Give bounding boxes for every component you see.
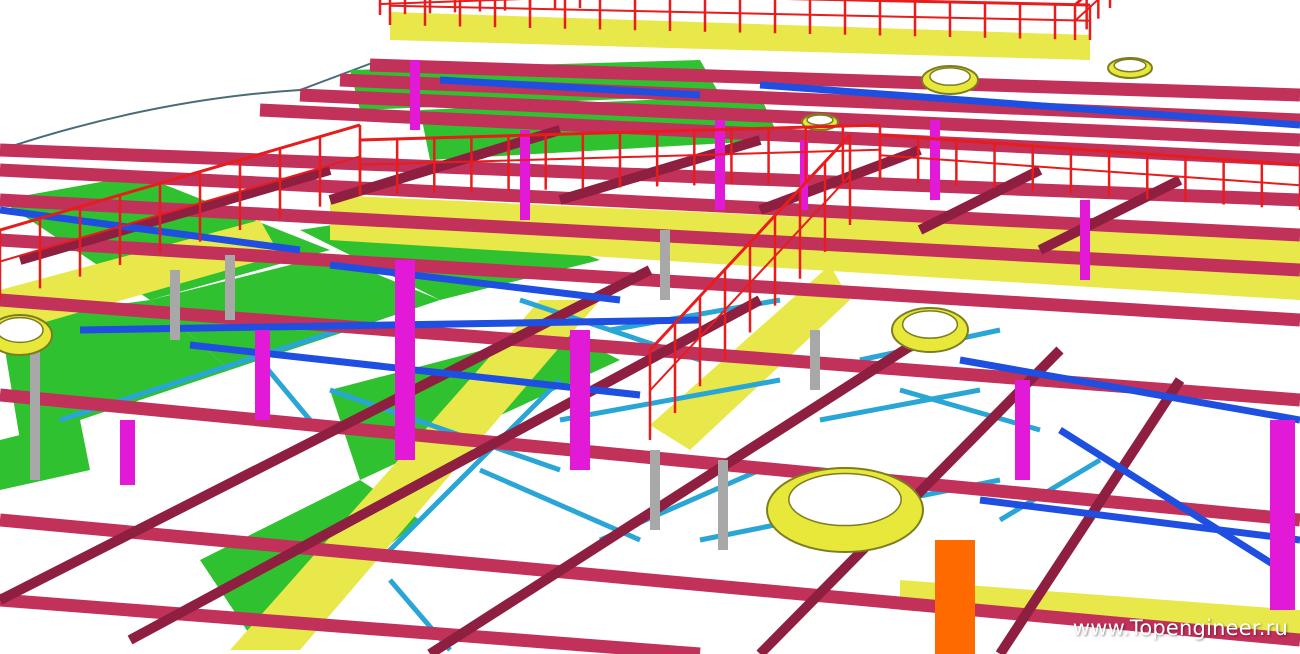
steel-structure-drawing (0, 0, 1300, 654)
steel-beam (0, 593, 701, 654)
ring-opening (901, 310, 959, 339)
ring-opening (806, 114, 834, 126)
support-post (170, 270, 180, 340)
support-post (650, 450, 660, 530)
ring-opening (929, 67, 971, 86)
steel-column (520, 130, 530, 220)
ring-opening (1113, 58, 1147, 73)
support-post (225, 255, 235, 320)
support-post (718, 460, 728, 550)
steel-column (1270, 420, 1295, 610)
watermark: www.Topengineer.ru (1072, 616, 1288, 640)
support-post (810, 330, 820, 390)
handrail-mid (1074, 0, 1100, 22)
steel-column (395, 260, 415, 460)
steel-column (715, 120, 725, 210)
support-post (660, 230, 670, 300)
steel-column (255, 330, 270, 420)
steel-column (410, 60, 420, 130)
steel-column (1015, 380, 1030, 480)
ring-opening (788, 472, 902, 527)
accent-column (935, 540, 975, 654)
steel-column (570, 330, 590, 470)
steel-column (1080, 200, 1090, 280)
steel-column (120, 420, 135, 485)
grating-panel (0, 420, 90, 490)
structure-render: www.Topengineer.ru (0, 0, 1300, 654)
ring-opening (0, 316, 44, 344)
